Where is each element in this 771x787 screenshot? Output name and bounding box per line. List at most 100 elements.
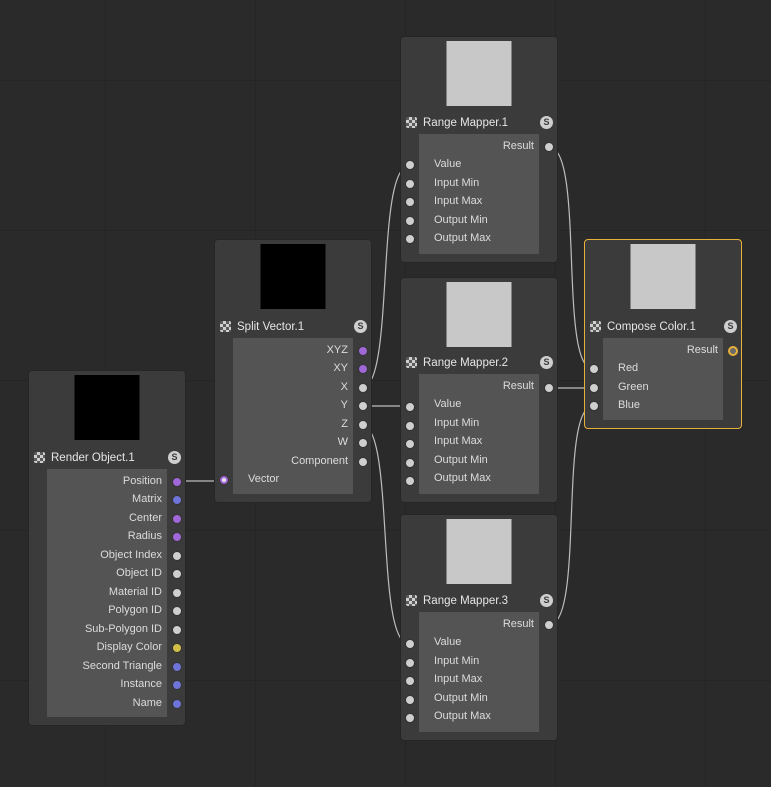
input-port-output-min[interactable] bbox=[405, 216, 415, 226]
port-label: Second Triangle bbox=[82, 660, 163, 672]
node-preview bbox=[630, 244, 696, 309]
solo-badge-icon[interactable]: S bbox=[354, 320, 367, 333]
input-port-input-max[interactable] bbox=[405, 197, 415, 207]
input-port-value[interactable] bbox=[405, 160, 415, 170]
port-label: Value bbox=[434, 398, 462, 410]
material-node-icon bbox=[590, 321, 601, 332]
node-title: Render Object.1 bbox=[51, 452, 135, 464]
input-port-input-min[interactable] bbox=[405, 421, 415, 431]
input-port-blue[interactable] bbox=[589, 401, 599, 411]
solo-badge-icon[interactable]: S bbox=[540, 594, 553, 607]
port-label: Material ID bbox=[108, 586, 162, 598]
material-node-icon bbox=[406, 595, 417, 606]
output-row-display-color: Display Color bbox=[47, 639, 167, 657]
port-label: Object Index bbox=[100, 549, 162, 561]
input-port-green[interactable] bbox=[589, 383, 599, 393]
input-port-input-min[interactable] bbox=[405, 658, 415, 668]
output-port-y[interactable] bbox=[358, 401, 368, 411]
node-title: Range Mapper.1 bbox=[423, 117, 509, 129]
output-port-xyz[interactable] bbox=[358, 346, 368, 356]
output-port-sub-polygon-id[interactable] bbox=[172, 625, 182, 635]
port-label: Result bbox=[502, 618, 534, 630]
output-port-x[interactable] bbox=[358, 383, 368, 393]
input-row-output-max: Output Max bbox=[419, 708, 539, 726]
node-header[interactable]: Compose Color.1 S bbox=[585, 318, 741, 337]
input-row-blue: Blue bbox=[603, 397, 723, 415]
node-body: Position Matrix Center Radius Object Ind… bbox=[47, 469, 167, 717]
input-port-input-max[interactable] bbox=[405, 439, 415, 449]
input-port-input-max[interactable] bbox=[405, 676, 415, 686]
material-node-icon bbox=[406, 357, 417, 368]
input-port-output-max[interactable] bbox=[405, 476, 415, 486]
output-port-result[interactable] bbox=[544, 383, 554, 393]
node-header[interactable]: Range Mapper.1 S bbox=[401, 114, 557, 133]
solo-badge-icon[interactable]: S bbox=[724, 320, 737, 333]
output-port-w[interactable] bbox=[358, 438, 368, 448]
output-port-component[interactable] bbox=[358, 457, 368, 467]
node-header[interactable]: Range Mapper.2 S bbox=[401, 354, 557, 373]
output-port-material-id[interactable] bbox=[172, 588, 182, 598]
input-port-value[interactable] bbox=[405, 402, 415, 412]
output-row-name: Name bbox=[47, 695, 167, 713]
port-label: Output Max bbox=[434, 232, 491, 244]
node-header[interactable]: Split Vector.1 S bbox=[215, 318, 371, 337]
input-port-output-max[interactable] bbox=[405, 713, 415, 723]
port-label: Radius bbox=[127, 530, 162, 542]
output-port-object-index[interactable] bbox=[172, 551, 182, 561]
input-port-output-min[interactable] bbox=[405, 695, 415, 705]
output-row-xy: XY bbox=[233, 360, 353, 378]
node-split-vector[interactable]: Split Vector.1 S XYZ XY X Y Z W Componen… bbox=[214, 239, 372, 503]
output-port-name[interactable] bbox=[172, 699, 182, 709]
node-body: XYZ XY X Y Z W Component Vector bbox=[233, 338, 353, 494]
input-port-value[interactable] bbox=[405, 639, 415, 649]
input-row-value: Value bbox=[419, 396, 539, 414]
port-label: Output Min bbox=[434, 692, 488, 704]
output-port-center[interactable] bbox=[172, 514, 182, 524]
node-body: Result Value Input Min Input Max Output … bbox=[419, 374, 539, 494]
input-port-red[interactable] bbox=[589, 364, 599, 374]
input-port-output-max[interactable] bbox=[405, 234, 415, 244]
node-range-mapper-3[interactable]: Range Mapper.3 S Result Value Input Min … bbox=[400, 514, 558, 741]
port-label: Input Max bbox=[434, 673, 483, 685]
output-port-instance[interactable] bbox=[172, 680, 182, 690]
output-row-component: Component bbox=[233, 453, 353, 471]
port-label: Instance bbox=[120, 678, 162, 690]
node-compose-color[interactable]: Compose Color.1 S Result Red Green Blue bbox=[584, 239, 742, 429]
output-port-result[interactable] bbox=[544, 142, 554, 152]
output-port-position[interactable] bbox=[172, 477, 182, 487]
output-port-polygon-id[interactable] bbox=[172, 606, 182, 616]
input-port-input-min[interactable] bbox=[405, 179, 415, 189]
output-port-radius[interactable] bbox=[172, 532, 182, 542]
output-port-object-id[interactable] bbox=[172, 569, 182, 579]
output-port-display-color[interactable] bbox=[172, 643, 182, 653]
port-label: Z bbox=[341, 418, 348, 430]
solo-badge-icon[interactable]: S bbox=[540, 116, 553, 129]
port-label: Result bbox=[502, 380, 534, 392]
node-header[interactable]: Render Object.1 S bbox=[29, 449, 185, 468]
output-row-material-id: Material ID bbox=[47, 584, 167, 602]
port-label: Sub-Polygon ID bbox=[84, 623, 162, 635]
input-port-vector[interactable] bbox=[219, 475, 229, 485]
port-label: Result bbox=[502, 140, 534, 152]
output-port-result[interactable] bbox=[728, 346, 738, 356]
port-label: X bbox=[340, 381, 348, 393]
output-port-second-triangle[interactable] bbox=[172, 662, 182, 672]
node-render-object[interactable]: Render Object.1 S Position Matrix Center… bbox=[28, 370, 186, 726]
node-header[interactable]: Range Mapper.3 S bbox=[401, 592, 557, 611]
output-port-z[interactable] bbox=[358, 420, 368, 430]
port-label: Input Min bbox=[434, 417, 480, 429]
output-row-object-index: Object Index bbox=[47, 547, 167, 565]
solo-badge-icon[interactable]: S bbox=[168, 451, 181, 464]
output-port-xy[interactable] bbox=[358, 364, 368, 374]
output-port-result[interactable] bbox=[544, 620, 554, 630]
node-title: Split Vector.1 bbox=[237, 321, 305, 333]
port-label: Position bbox=[122, 475, 162, 487]
solo-badge-icon[interactable]: S bbox=[540, 356, 553, 369]
output-port-matrix[interactable] bbox=[172, 495, 182, 505]
node-range-mapper-2[interactable]: Range Mapper.2 S Result Value Input Min … bbox=[400, 277, 558, 503]
input-row-input-min: Input Min bbox=[419, 415, 539, 433]
input-port-output-min[interactable] bbox=[405, 458, 415, 468]
node-range-mapper-1[interactable]: Range Mapper.1 S Result Value Input Min … bbox=[400, 36, 558, 263]
output-row-sub-polygon-id: Sub-Polygon ID bbox=[47, 621, 167, 639]
port-label: Matrix bbox=[132, 493, 162, 505]
